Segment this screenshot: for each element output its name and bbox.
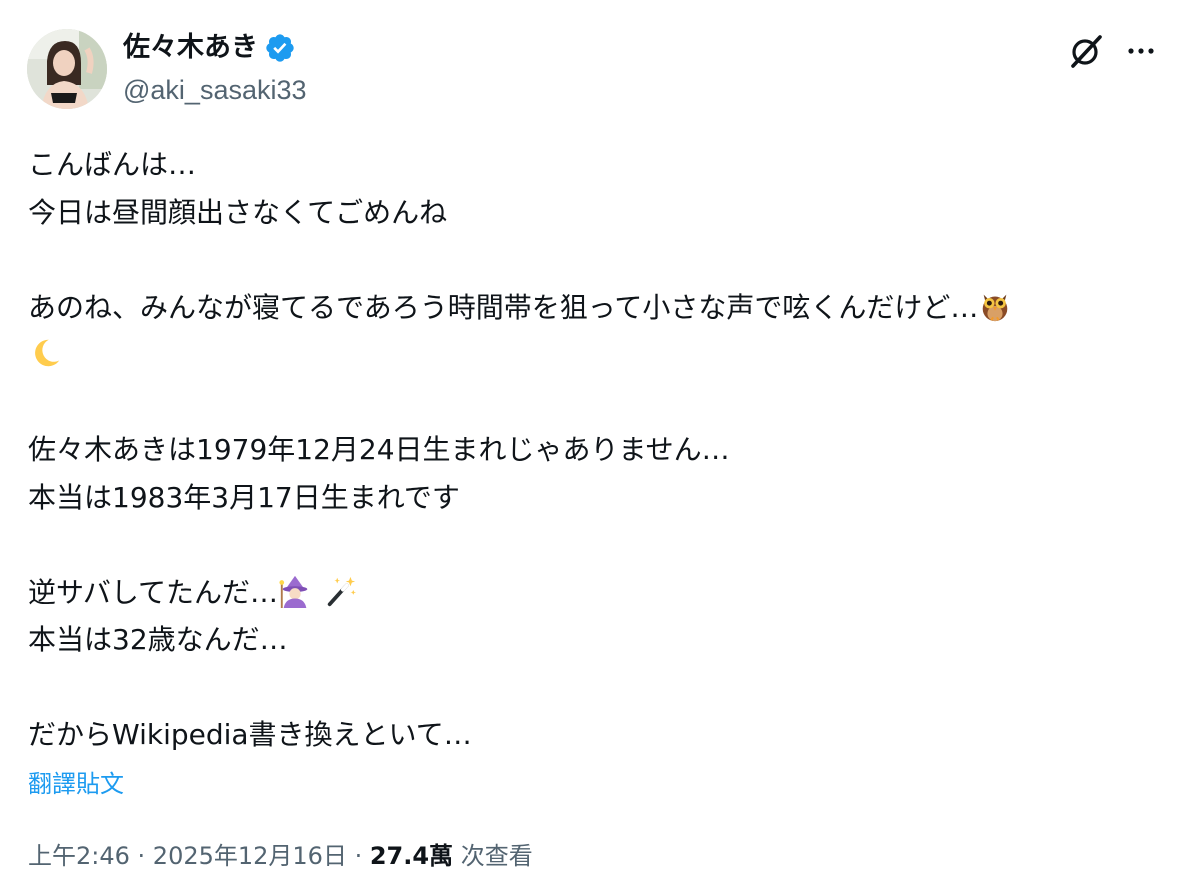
tweet-line-with-emoji: 逆サバしてたんだ… (28, 569, 1158, 617)
tweet-text: こんばんは… 今日は昼間顔出さなくてごめんね あのね、みんなが寝てるであろう時間… (28, 141, 1158, 759)
display-name-row[interactable]: 佐々木あき (123, 30, 296, 66)
magic-wand-emoji-icon (324, 574, 358, 608)
more-icon[interactable] (1123, 33, 1159, 69)
post-date[interactable]: 2025年12月16日 (153, 842, 347, 870)
tweet-line: 本当は1983年3月17日生まれです (28, 480, 460, 514)
translate-post-link[interactable]: 翻譯貼文 (28, 767, 124, 801)
woman-mage-emoji-icon (278, 574, 312, 608)
meta-separator: · (346, 842, 370, 870)
verified-badge-icon (264, 32, 296, 64)
tweet-card: 佐々木あき @aki_sasaki33 こんばんは… 今日は昼間顔出さなくてごめ… (0, 0, 1188, 878)
tweet-line-with-emoji: あのね、みんなが寝てるであろう時間帯を狙って小さな声で呟くんだけど… (28, 284, 1158, 332)
owl-emoji-icon (978, 289, 1012, 323)
display-name[interactable]: 佐々木あき (123, 30, 258, 66)
tweet-line: だからWikipedia書き換えといて… (28, 718, 472, 751)
crescent-moon-emoji-icon (28, 336, 62, 370)
tweet-line: 今日は昼間顔出さなくてごめんね (28, 195, 448, 229)
views-count[interactable]: 27.4萬 (370, 842, 453, 870)
avatar[interactable] (27, 29, 107, 109)
handle[interactable]: @aki_sasaki33 (123, 72, 307, 108)
tweet-line: こんばんは… (28, 148, 197, 181)
tweet-line-emoji-only (28, 331, 1158, 379)
tweet-line: 本当は32歳なんだ… (28, 623, 288, 656)
grok-icon[interactable] (1068, 33, 1104, 69)
tweet-line: 逆サバしてたんだ… (28, 575, 279, 609)
views-label: 次查看 (453, 842, 533, 870)
tweet-line: 佐々木あきは1979年12月24日生まれじゃありません… (28, 433, 730, 466)
tweet-line: あのね、みんなが寝てるであろう時間帯を狙って小さな声で呟くんだけど… (28, 290, 979, 324)
meta-separator: · (129, 842, 153, 870)
post-time[interactable]: 上午2:46 (28, 842, 130, 870)
tweet-meta: 上午2:46 · 2025年12月16日 · 27.4萬 次查看 (28, 839, 533, 873)
